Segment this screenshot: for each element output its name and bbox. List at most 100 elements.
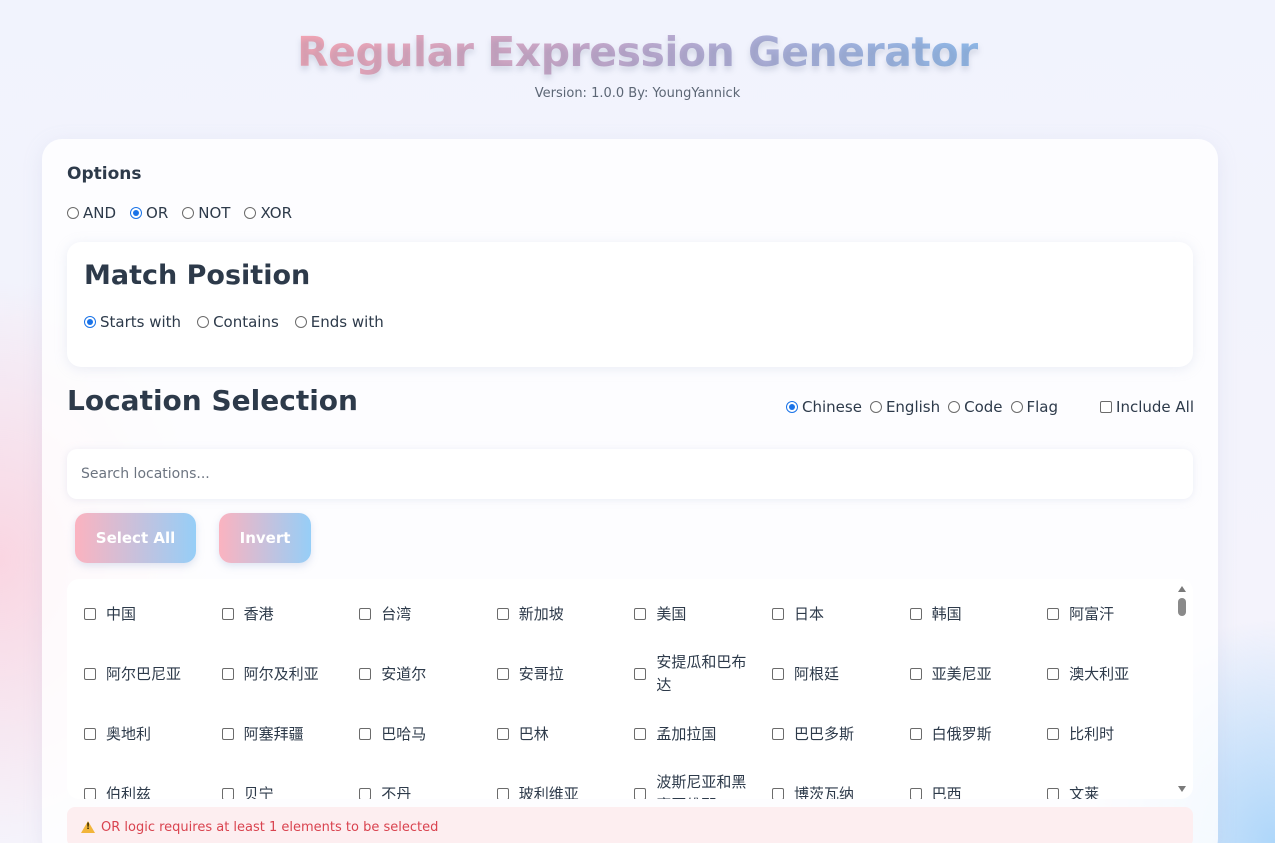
checkbox-icon[interactable] <box>909 788 922 799</box>
checkbox-icon[interactable] <box>909 608 922 620</box>
location-item[interactable]: 孟加拉国 <box>634 704 772 764</box>
checkbox-icon[interactable] <box>84 728 96 740</box>
location-item[interactable]: 白俄罗斯 <box>909 704 1048 764</box>
scroll-thumb[interactable] <box>1178 598 1186 616</box>
location-item[interactable]: 阿富汗 <box>1047 584 1185 644</box>
location-item[interactable]: 阿根廷 <box>771 644 910 704</box>
display-mode-option-code[interactable]: Code <box>948 398 1003 416</box>
checkbox-icon[interactable] <box>1047 668 1060 680</box>
match-option-ends-with[interactable]: Ends with <box>294 313 384 331</box>
display-mode-option-flag[interactable]: Flag <box>1010 398 1058 416</box>
logic-option-not[interactable]: NOT <box>182 204 230 222</box>
checkbox-icon[interactable] <box>1047 788 1060 799</box>
location-search-input[interactable] <box>67 449 1193 499</box>
location-item[interactable]: 巴西 <box>909 764 1048 799</box>
checkbox-icon[interactable] <box>771 728 784 740</box>
radio-button-icon[interactable] <box>1010 401 1023 413</box>
location-item[interactable]: 巴哈马 <box>359 704 497 764</box>
location-list[interactable]: 中国 香港 台湾 新加坡 美国 日本 韩国 阿富汗阿尔巴尼亚 阿尔及利亚 安道尔 安哥拉 安提瓜和巴布… <box>67 579 1193 799</box>
checkbox-icon[interactable] <box>359 608 372 620</box>
checkbox-icon[interactable] <box>359 788 372 799</box>
location-item[interactable]: 巴巴多斯 <box>771 704 910 764</box>
checkbox-icon[interactable] <box>634 728 647 740</box>
checkbox-icon[interactable] <box>221 608 234 620</box>
match-option-starts-with[interactable]: Starts with <box>84 313 181 331</box>
radio-button-icon[interactable] <box>182 207 195 219</box>
scroll-up-arrow-icon[interactable] <box>1178 586 1186 592</box>
location-label: 阿尔巴尼亚 <box>106 664 182 683</box>
location-item[interactable]: 波斯尼亚和黑塞哥维那 <box>634 764 772 799</box>
radio-button-icon[interactable] <box>130 207 143 219</box>
location-item[interactable]: 巴林 <box>496 704 635 764</box>
checkbox-icon[interactable] <box>496 728 509 740</box>
checkbox-icon[interactable] <box>496 788 509 799</box>
radio-button-icon[interactable] <box>197 316 210 328</box>
scroll-down-arrow-icon[interactable] <box>1178 786 1186 792</box>
checkbox-icon[interactable] <box>221 728 234 740</box>
checkbox-icon[interactable] <box>496 668 509 680</box>
checkbox-icon[interactable] <box>1047 608 1060 620</box>
location-item[interactable]: 中国 <box>84 584 222 644</box>
display-mode-option-english[interactable]: English <box>869 398 940 416</box>
display-mode-option-chinese[interactable]: Chinese <box>786 398 862 416</box>
location-item[interactable]: 阿尔巴尼亚 <box>84 644 222 704</box>
radio-button-icon[interactable] <box>294 316 307 328</box>
location-item[interactable]: 阿塞拜疆 <box>221 704 360 764</box>
location-item[interactable]: 安道尔 <box>359 644 497 704</box>
logic-option-xor[interactable]: XOR <box>244 204 292 222</box>
checkbox-icon[interactable] <box>1100 401 1113 413</box>
checkbox-icon[interactable] <box>359 668 372 680</box>
location-item[interactable]: 博茨瓦纳 <box>771 764 910 799</box>
radio-button-icon[interactable] <box>786 401 798 413</box>
checkbox-icon[interactable] <box>496 608 509 620</box>
select-all-button[interactable]: Select All <box>75 513 196 563</box>
location-item[interactable]: 台湾 <box>359 584 497 644</box>
location-item[interactable]: 安哥拉 <box>496 644 635 704</box>
location-item[interactable]: 阿尔及利亚 <box>221 644 360 704</box>
location-item[interactable]: 韩国 <box>909 584 1048 644</box>
location-item[interactable]: 新加坡 <box>496 584 635 644</box>
checkbox-icon[interactable] <box>1047 728 1060 740</box>
radio-button-icon[interactable] <box>948 401 961 413</box>
location-item[interactable]: 澳大利亚 <box>1047 644 1185 704</box>
checkbox-icon[interactable] <box>84 668 96 680</box>
checkbox-icon[interactable] <box>221 668 234 680</box>
checkbox-icon[interactable] <box>634 608 647 620</box>
radio-button-icon[interactable] <box>67 207 79 219</box>
checkbox-icon[interactable] <box>359 728 372 740</box>
location-list-scrollbar[interactable] <box>1175 583 1189 795</box>
checkbox-icon[interactable] <box>84 788 96 799</box>
radio-button-icon[interactable] <box>869 401 882 413</box>
validation-warning: OR logic requires at least 1 elements to… <box>67 807 1193 843</box>
location-item[interactable]: 文莱 <box>1047 764 1185 799</box>
checkbox-icon[interactable] <box>771 668 784 680</box>
checkbox-icon[interactable] <box>84 608 96 620</box>
radio-button-icon[interactable] <box>244 207 257 219</box>
location-item[interactable]: 贝宁 <box>221 764 360 799</box>
include-all-toggle[interactable]: Include All <box>1100 398 1194 416</box>
location-item[interactable]: 不丹 <box>359 764 497 799</box>
radio-button-icon[interactable] <box>84 316 96 328</box>
checkbox-icon[interactable] <box>771 788 784 799</box>
checkbox-icon[interactable] <box>221 788 234 799</box>
invert-button[interactable]: Invert <box>219 513 311 563</box>
checkbox-icon[interactable] <box>909 668 922 680</box>
logic-option-and[interactable]: AND <box>67 204 116 222</box>
checkbox-icon[interactable] <box>634 668 647 680</box>
checkbox-icon[interactable] <box>909 728 922 740</box>
location-item[interactable]: 安提瓜和巴布达 <box>634 644 772 704</box>
location-item[interactable]: 玻利维亚 <box>496 764 635 800</box>
location-item[interactable]: 奥地利 <box>84 704 222 764</box>
location-item[interactable]: 比利时 <box>1047 704 1185 764</box>
location-item[interactable]: 亚美尼亚 <box>909 644 1048 704</box>
checkbox-icon[interactable] <box>771 608 784 620</box>
display-mode-options: Chinese English Code Flag Include All <box>786 398 1194 416</box>
checkbox-icon[interactable] <box>634 788 647 799</box>
location-item[interactable]: 伯利兹 <box>84 764 222 799</box>
logic-option-or[interactable]: OR <box>130 204 168 222</box>
location-item[interactable]: 美国 <box>634 584 772 644</box>
match-option-contains[interactable]: Contains <box>197 313 279 331</box>
location-label: 玻利维亚 <box>518 784 579 800</box>
location-item[interactable]: 香港 <box>221 584 360 644</box>
location-item[interactable]: 日本 <box>771 584 910 644</box>
